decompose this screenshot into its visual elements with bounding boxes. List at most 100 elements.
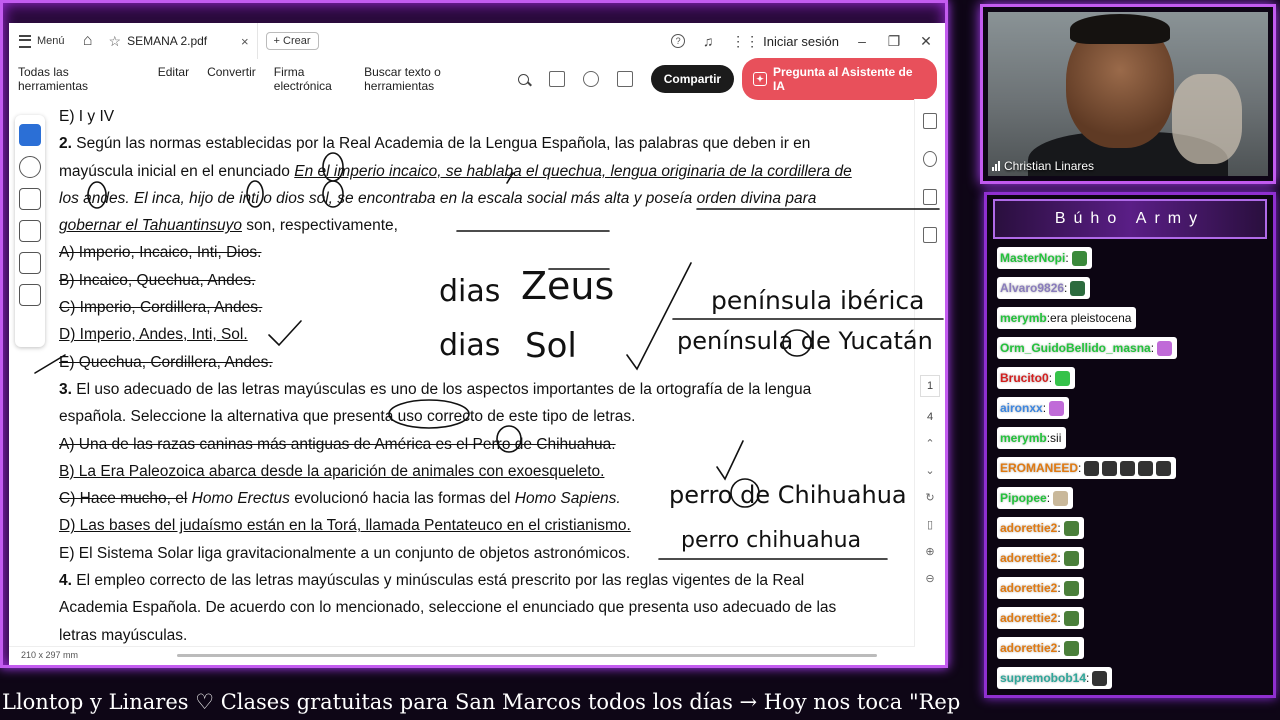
pen-icon[interactable] bbox=[19, 188, 41, 210]
link-icon[interactable] bbox=[19, 220, 41, 242]
chat-username[interactable]: merymb bbox=[1000, 311, 1047, 325]
option-c-italic: Homo Sapiens. bbox=[514, 490, 621, 508]
chat-row: adorettie2 : bbox=[997, 577, 1267, 607]
comment-icon[interactable] bbox=[19, 156, 41, 178]
option-c-italic: Homo Erectus bbox=[191, 490, 290, 508]
horizontal-scrollbar[interactable] bbox=[177, 654, 877, 657]
menu-button[interactable]: Menú bbox=[9, 34, 75, 48]
signin-button[interactable]: Iniciar sesión bbox=[763, 34, 839, 49]
stamp-icon[interactable] bbox=[19, 284, 41, 306]
current-page[interactable]: 1 bbox=[920, 375, 940, 397]
chat-username[interactable]: Alvaro9826 bbox=[1000, 281, 1064, 295]
close-tab-icon[interactable]: × bbox=[241, 34, 249, 49]
zoom-out-icon[interactable]: ⊖ bbox=[915, 572, 945, 585]
chat-username[interactable]: merymb bbox=[1000, 431, 1047, 445]
save-icon[interactable] bbox=[549, 71, 566, 87]
chat-row: merymb : era pleistocena bbox=[997, 307, 1267, 337]
print-icon[interactable] bbox=[616, 71, 633, 87]
chat-separator: : bbox=[1057, 611, 1061, 625]
emote-icon bbox=[1055, 370, 1071, 386]
emote-icon bbox=[1049, 400, 1065, 416]
star-icon[interactable]: ☆ bbox=[109, 33, 122, 50]
search-icon bbox=[518, 73, 530, 85]
help-icon[interactable]: ? bbox=[671, 34, 686, 48]
bell-icon[interactable]: ♫ bbox=[699, 33, 717, 49]
text-select-icon[interactable] bbox=[19, 252, 41, 274]
chat-username[interactable]: adorettie2 bbox=[1000, 521, 1057, 535]
question-4-line-2: Academia Española. De acuerdo con lo men… bbox=[59, 599, 837, 617]
chat-username[interactable]: aironxx bbox=[1000, 401, 1043, 415]
comments-panel-icon[interactable] bbox=[923, 151, 937, 167]
option-b: B) Incaico, Quechua, Andes. bbox=[59, 271, 256, 289]
emote-icon bbox=[1084, 460, 1100, 476]
pdf-viewer: Menú ⌂ ☆ SEMANA 2.pdf × + Crear ? ♫ ⋮⋮ I… bbox=[9, 23, 945, 665]
emote-icon bbox=[1063, 520, 1079, 536]
create-button[interactable]: + Crear bbox=[265, 32, 319, 50]
chat-message: adorettie2 : bbox=[997, 607, 1084, 629]
chat-separator: : bbox=[1065, 251, 1069, 265]
emote-icon bbox=[1063, 640, 1079, 656]
question-2-line-4: gobernar el Tahuantinsuyo son, respectiv… bbox=[59, 212, 875, 239]
select-cursor-icon[interactable] bbox=[19, 124, 41, 146]
prev-page-icon[interactable]: ⌃ bbox=[915, 437, 945, 450]
emote-icon bbox=[1070, 280, 1086, 296]
chat-message: merymb : sii bbox=[997, 427, 1067, 449]
chat-username[interactable]: adorettie2 bbox=[1000, 551, 1057, 565]
document-tab[interactable]: ☆ SEMANA 2.pdf × bbox=[101, 23, 258, 59]
option-c: C) Imperio, Cordillera, Andes. bbox=[59, 299, 263, 317]
home-icon[interactable]: ⌂ bbox=[75, 32, 101, 50]
emote-icon bbox=[1156, 460, 1172, 476]
option-c-text: evolucionó hacia las formas del bbox=[294, 490, 511, 508]
chat-message: adorettie2 : bbox=[997, 517, 1084, 539]
bookmarks-icon[interactable] bbox=[923, 189, 937, 205]
question-text: son, respectivamente, bbox=[246, 217, 398, 235]
search-label: Buscar texto o herramientas bbox=[364, 65, 441, 93]
emote-icon bbox=[1157, 340, 1173, 356]
chat-username[interactable]: supremobob14 bbox=[1000, 671, 1086, 685]
chat-username[interactable]: MasterNopi bbox=[1000, 251, 1065, 265]
upload-icon[interactable] bbox=[583, 71, 599, 87]
convert-button[interactable]: Convertir bbox=[207, 65, 256, 93]
minimize-icon[interactable]: – bbox=[853, 33, 871, 49]
chat-username[interactable]: adorettie2 bbox=[1000, 581, 1057, 595]
esign-button[interactable]: Firma electrónica bbox=[274, 65, 364, 93]
chat-title: Búho Army bbox=[993, 199, 1267, 239]
zoom-in-icon[interactable]: ⊕ bbox=[915, 545, 945, 558]
refresh-icon[interactable]: ↻ bbox=[915, 491, 945, 504]
chat-message: supremobob14 : bbox=[997, 667, 1113, 689]
edit-button[interactable]: Editar bbox=[158, 65, 189, 93]
participant-name: Christian Linares bbox=[1004, 159, 1095, 173]
chat-username[interactable]: Brucito0 bbox=[1000, 371, 1049, 385]
pages-icon[interactable] bbox=[923, 227, 937, 243]
question-4-line-1: 4. El empleo correcto de las letras mayú… bbox=[59, 567, 875, 594]
apps-grid-icon[interactable]: ⋮⋮ bbox=[731, 33, 759, 50]
chat-username[interactable]: Pipopee bbox=[1000, 491, 1047, 505]
chat-row: aironxx : bbox=[997, 397, 1267, 427]
signal-icon bbox=[992, 161, 1000, 171]
chat-row: adorettie2 : bbox=[997, 607, 1267, 637]
search-tools[interactable]: Buscar texto o herramientas bbox=[364, 65, 530, 93]
ai-assistant-button[interactable]: ✦ Pregunta al Asistente de IA bbox=[742, 58, 938, 100]
sparkle-icon: ✦ bbox=[753, 72, 767, 86]
option-e: E) El Sistema Solar liga gravitacionalme… bbox=[59, 544, 631, 562]
all-tools-button[interactable]: Todas las herramientas bbox=[18, 65, 140, 93]
chat-username[interactable]: Orm_GuidoBellido_masna bbox=[1000, 341, 1151, 355]
save-page-icon[interactable]: ▯ bbox=[915, 518, 945, 531]
next-page-icon[interactable]: ⌄ bbox=[915, 464, 945, 477]
chat-separator: : bbox=[1086, 671, 1090, 685]
option-d: D) Imperio, Andes, Inti, Sol. bbox=[59, 326, 248, 344]
chat-username[interactable]: adorettie2 bbox=[1000, 611, 1057, 625]
option-c-text: C) Hace mucho, el bbox=[59, 490, 188, 508]
ai-panel-icon[interactable] bbox=[923, 113, 937, 129]
emote-icon bbox=[1053, 490, 1069, 506]
share-button[interactable]: Compartir bbox=[650, 65, 735, 93]
chat-username[interactable]: EROMANEED bbox=[1000, 461, 1078, 475]
chat-separator: : bbox=[1048, 371, 1053, 385]
chat-separator: : bbox=[1046, 491, 1051, 505]
tab-title: SEMANA 2.pdf bbox=[127, 34, 208, 48]
close-window-icon[interactable]: ✕ bbox=[917, 33, 935, 50]
restore-icon[interactable]: ❐ bbox=[885, 33, 903, 50]
chat-message: adorettie2 : bbox=[997, 637, 1084, 659]
chat-username[interactable]: adorettie2 bbox=[1000, 641, 1057, 655]
emote-icon bbox=[1063, 550, 1079, 566]
